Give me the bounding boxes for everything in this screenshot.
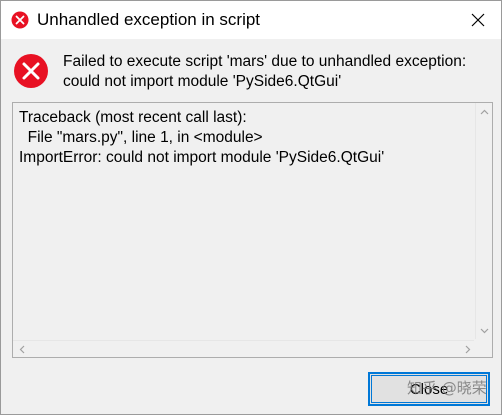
error-dialog: Unhandled exception in script Failed to …	[0, 0, 502, 415]
error-message: Failed to execute script 'mars' due to u…	[63, 53, 467, 90]
traceback-line: ImportError: could not import module 'Py…	[19, 149, 385, 166]
close-window-button[interactable]	[465, 7, 491, 33]
title-bar[interactable]: Unhandled exception in script	[1, 1, 501, 39]
scroll-down-icon[interactable]	[480, 328, 489, 334]
error-icon	[14, 54, 48, 88]
traceback-textbox[interactable]: Traceback (most recent call last): File …	[12, 102, 493, 358]
scroll-right-icon[interactable]	[465, 345, 471, 354]
scroll-left-icon[interactable]	[19, 345, 25, 354]
horizontal-scrollbar[interactable]	[13, 340, 475, 357]
window-title: Unhandled exception in script	[37, 10, 261, 29]
close-icon	[471, 13, 485, 27]
traceback-line: Traceback (most recent call last):	[19, 109, 247, 126]
scroll-up-icon[interactable]	[480, 109, 489, 115]
traceback-line: File "mars.py", line 1, in <module>	[19, 129, 263, 146]
watermark: 知乎 @晓荣	[407, 379, 487, 397]
vertical-scrollbar[interactable]	[475, 103, 492, 340]
error-icon	[11, 11, 29, 29]
traceback-text: Traceback (most recent call last): File …	[19, 108, 469, 168]
scrollbar-corner	[474, 339, 492, 357]
